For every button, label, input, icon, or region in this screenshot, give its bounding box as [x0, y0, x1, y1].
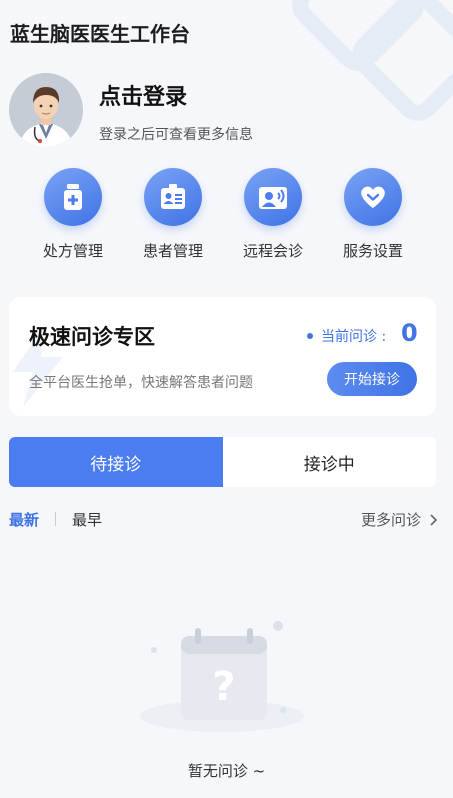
menu-label-service-settings: 服务设置	[342, 242, 403, 260]
heart-settings-icon	[344, 168, 402, 226]
consult-tabs: 待接诊 接诊中	[9, 437, 436, 487]
quick-menu: 处方管理 患者管理 远程会诊 服务设置	[0, 168, 453, 268]
sort-bar: 最新 最早 更多问诊	[9, 509, 441, 531]
app-title: 蓝生脑医医生工作台	[10, 22, 190, 46]
tab-in-progress[interactable]: 接诊中	[223, 437, 437, 487]
menu-item-patients[interactable]: 患者管理	[123, 168, 223, 264]
sort-latest[interactable]: 最新	[9, 509, 39, 530]
tab-waiting[interactable]: 待接诊	[9, 437, 223, 487]
sort-earliest[interactable]: 最早	[72, 509, 102, 530]
quick-consult-title: 极速问诊专区	[29, 325, 155, 349]
current-consult-text: 当前问诊 :	[321, 329, 387, 345]
menu-label-prescription: 处方管理	[42, 242, 103, 260]
current-consult-count: 0	[401, 319, 418, 347]
more-consults-link[interactable]: 更多问诊	[361, 509, 441, 530]
medicine-bottle-icon	[44, 168, 102, 226]
chevron-right-icon	[430, 513, 438, 526]
remote-consult-icon	[244, 168, 302, 226]
more-consults-label: 更多问诊	[360, 511, 421, 529]
start-consult-button[interactable]: 开始接诊	[327, 362, 417, 396]
doctor-avatar[interactable]	[9, 73, 83, 147]
menu-item-service-settings[interactable]: 服务设置	[323, 168, 423, 264]
header-decoration	[292, 0, 453, 121]
sort-divider	[55, 512, 56, 526]
patient-card-icon	[144, 168, 202, 226]
menu-item-prescription[interactable]: 处方管理	[23, 168, 123, 264]
login-subtitle: 登录之后可查看更多信息	[99, 127, 253, 143]
quick-consult-description: 全平台医生抢单，快速解答患者问题	[29, 375, 253, 391]
empty-state-text: 暂无问诊 ~	[187, 762, 266, 780]
svg-text:?: ?	[212, 664, 235, 710]
current-consult-label: 当前问诊 :	[307, 326, 386, 346]
menu-label-patients: 患者管理	[142, 242, 203, 260]
quick-consult-card: 极速问诊专区 全平台医生抢单，快速解答患者问题 当前问诊 : 0 开始接诊	[9, 297, 436, 416]
empty-calendar-icon: ?	[140, 621, 304, 732]
status-dot	[307, 333, 313, 339]
menu-item-remote-consult[interactable]: 远程会诊	[223, 168, 323, 264]
login-title[interactable]: 点击登录	[99, 79, 187, 111]
menu-label-remote-consult: 远程会诊	[242, 242, 303, 260]
